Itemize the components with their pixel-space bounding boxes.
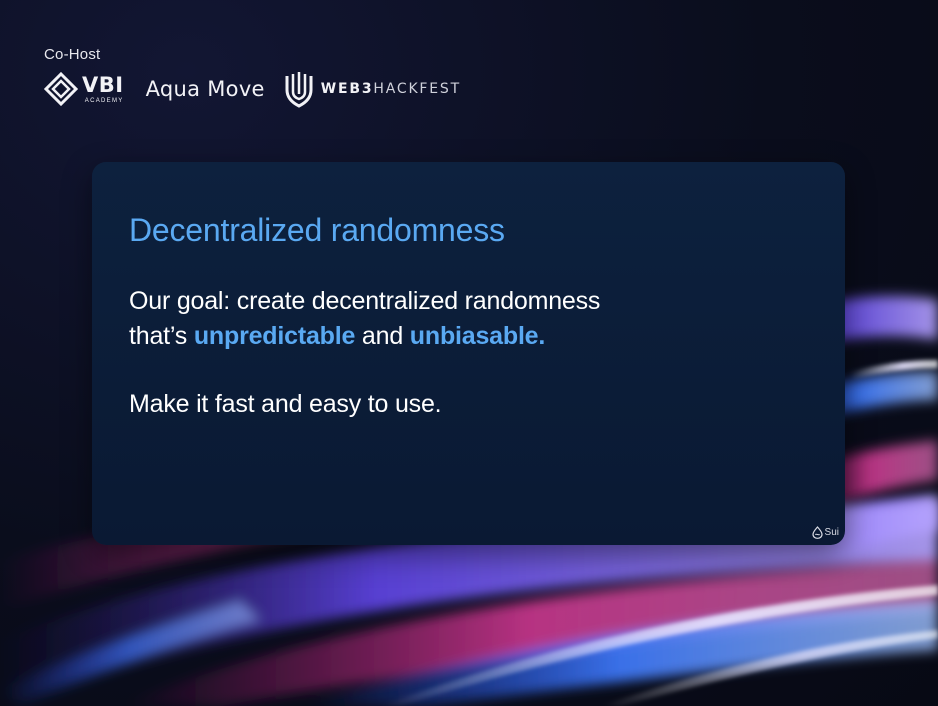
vbi-diamond-icon — [44, 72, 78, 106]
aqua-move-logo: Aqua Move — [145, 77, 265, 101]
highlight-unpredictable: unpredictable — [193, 322, 356, 350]
vbi-academy-logo: VBI ACADEMY — [44, 72, 124, 106]
goal-line-2: that’s unpredictable and unbiasable. — [129, 319, 769, 354]
goal-line-2-prefix: that’s — [129, 322, 194, 350]
sui-droplet-icon — [811, 526, 823, 539]
sui-badge: Sui — [811, 526, 839, 539]
web3hackfest-logo: WEB3HACKFEST — [283, 70, 461, 108]
content-card: Decentralized randomness Our goal: creat… — [92, 162, 845, 545]
cohost-logos: VBI ACADEMY Aqua Move WEB3HACKFEST — [44, 68, 461, 110]
card-body: Our goal: create decentralized randomnes… — [129, 284, 769, 422]
slide: Co-Host VBI ACADEMY Aqua Move WEB3HACKFE… — [0, 0, 938, 706]
highlight-unbiasable: unbiasable. — [409, 322, 546, 350]
sui-badge-text: Sui — [824, 527, 839, 538]
web3-logo-light-text: HACKFEST — [373, 81, 461, 97]
secondary-line: Make it fast and easy to use. — [129, 390, 442, 418]
web3hackfest-shield-icon — [285, 72, 313, 108]
web3-logo-bold-text: WEB3 — [320, 81, 374, 97]
goal-line-2-middle: and — [355, 322, 410, 350]
vbi-logo-text: VBI — [82, 72, 124, 97]
card-title: Decentralized randomness — [129, 212, 505, 248]
goal-line-1: Our goal: create decentralized randomnes… — [129, 287, 601, 315]
cohost-label: Co-Host — [44, 46, 101, 63]
vbi-logo-subtext: ACADEMY — [84, 97, 124, 104]
